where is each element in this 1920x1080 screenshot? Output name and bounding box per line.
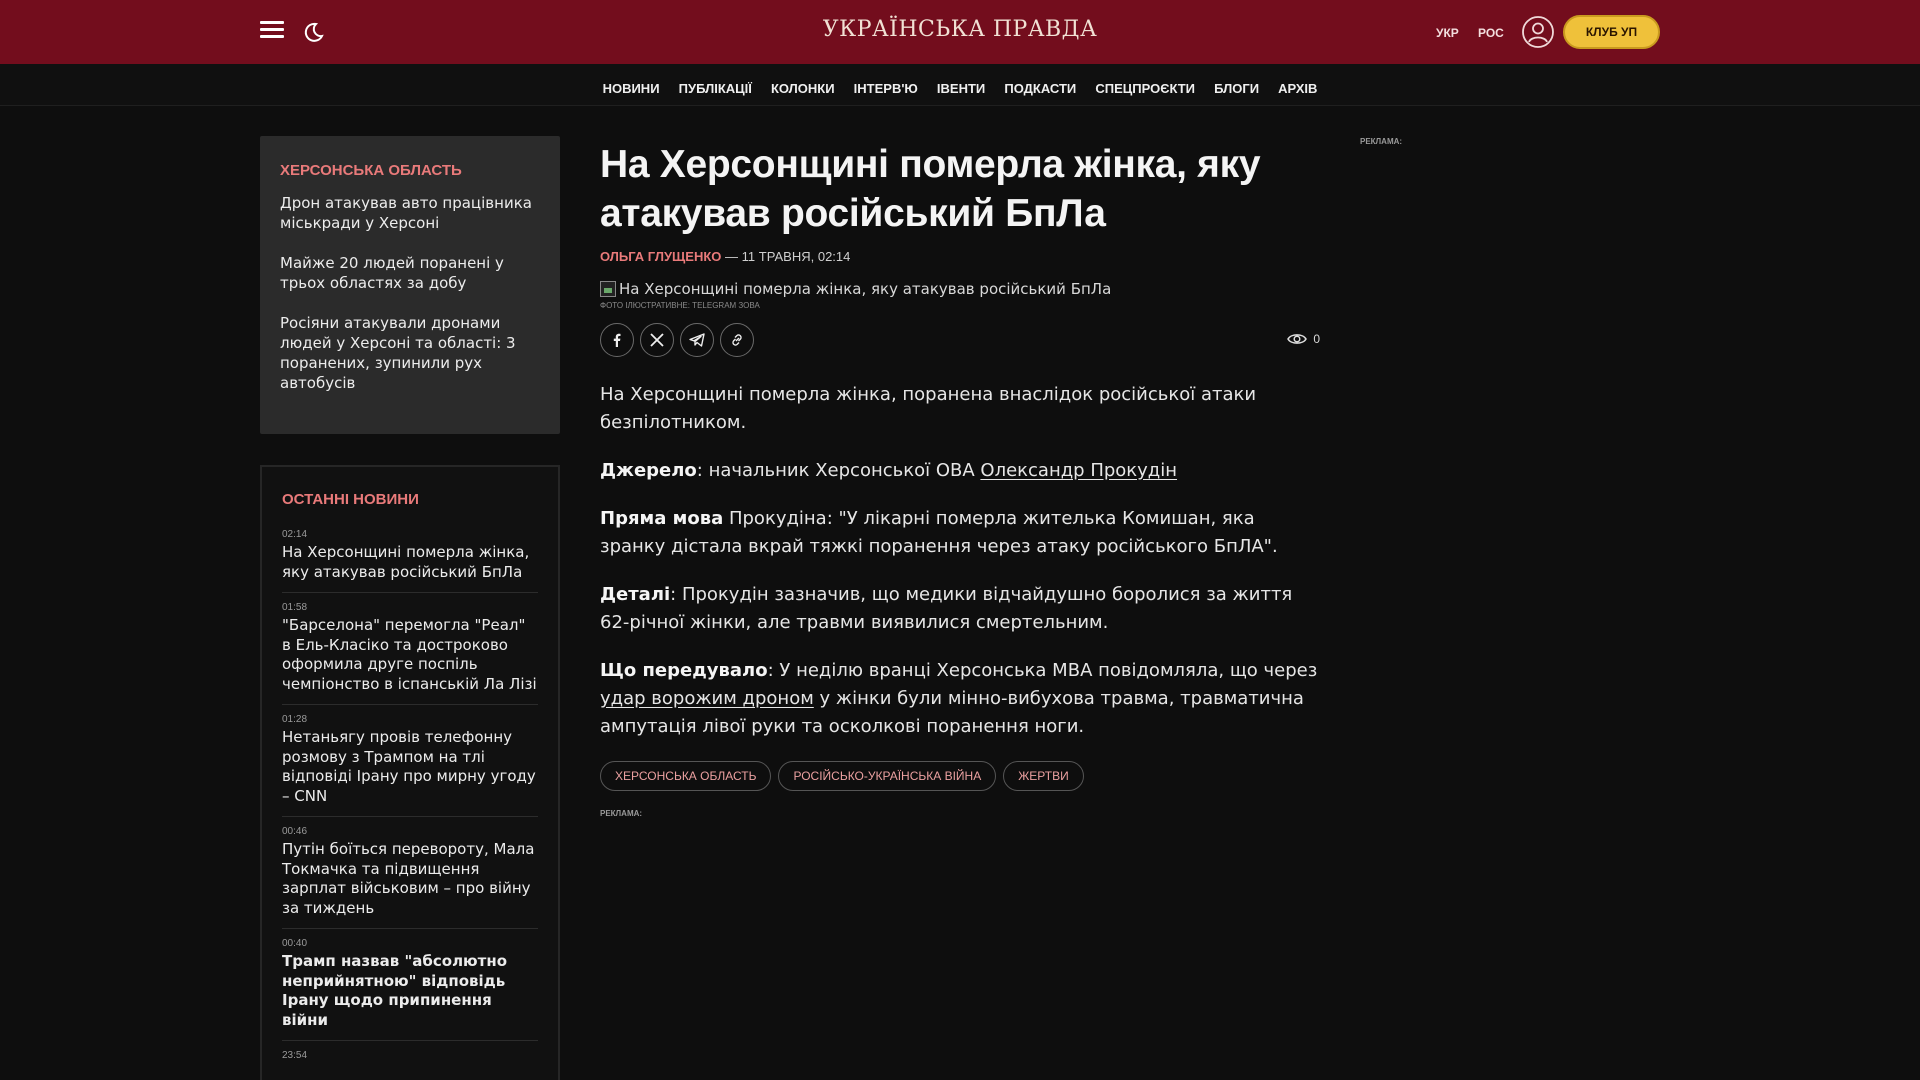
news-time: 00:40 bbox=[282, 938, 308, 949]
news-time: 02:14 bbox=[282, 529, 308, 540]
nav-item-interviews[interactable]: ІНТЕРВ'Ю bbox=[854, 81, 918, 96]
latest-news-item[interactable]: 01:28 Нетаньягу провів телефонну розмову… bbox=[282, 705, 538, 817]
paragraph: Джерело: начальник Херсонської ОВА Олекс… bbox=[600, 460, 1178, 481]
news-time: 23:54 bbox=[282, 1050, 308, 1061]
article-byline: ОЛЬГА ГЛУЩЕНКО — 11 ТРАВНЯ, 02:14 bbox=[600, 249, 1320, 264]
news-time: 01:58 bbox=[282, 602, 308, 613]
latest-news-item[interactable]: 01:58 "Барселона" перемогла "Реал" в Ель… bbox=[282, 593, 538, 705]
tag-list: ХЕРСОНСЬКА ОБЛАСТЬ РОСІЙСЬКО-УКРАЇНСЬКА … bbox=[600, 761, 1320, 791]
latest-news-item[interactable]: 02:14 На Херсонщині померла жінка, яку а… bbox=[282, 520, 538, 593]
broken-image-icon bbox=[600, 281, 616, 297]
latest-news-item[interactable]: 00:40 Трамп назвав "абсолютно неприйнятн… bbox=[282, 929, 538, 1041]
top-bar: УКРАЇНСЬКА ПРАВДА УКР РОС КЛУБ УП bbox=[0, 0, 1920, 64]
nav-item-columns[interactable]: КОЛОНКИ bbox=[771, 81, 835, 96]
ad-label: РЕКЛАМА: bbox=[600, 809, 643, 818]
region-title[interactable]: ХЕРСОНСЬКА ОБЛАСТЬ bbox=[280, 162, 540, 179]
article-date: — 11 ТРАВНЯ, 02:14 bbox=[721, 249, 851, 264]
news-title[interactable]: "Барселона" перемогла "Реал" в Ель-Класі… bbox=[282, 616, 538, 694]
latest-news-title[interactable]: ОСТАННІ НОВИНИ bbox=[282, 491, 538, 508]
region-news-item[interactable]: Росіяни атакували дронами людей у Херсон… bbox=[280, 313, 540, 393]
article-headline: На Херсонщині померла жінка, яку атакува… bbox=[600, 143, 1261, 235]
telegram-share-icon[interactable] bbox=[680, 323, 714, 357]
nav-item-podcasts[interactable]: ПОДКАСТИ bbox=[1004, 81, 1076, 96]
paragraph: Пряма мова Прокудіна: "У лікарні померла… bbox=[600, 508, 1278, 557]
nav-item-special-projects[interactable]: СПЕЦПРОЄКТИ bbox=[1095, 81, 1195, 96]
main-nav: НОВИНИ ПУБЛІКАЦІЇ КОЛОНКИ ІНТЕРВ'Ю ІВЕНТ… bbox=[0, 64, 1920, 106]
author-link[interactable]: ОЛЬГА ГЛУЩЕНКО bbox=[600, 249, 721, 264]
paragraph: Що передувало: У неділю вранці Херсонськ… bbox=[600, 660, 1318, 737]
source-link[interactable]: Олександр Прокудін bbox=[980, 460, 1177, 481]
copy-link-icon[interactable] bbox=[720, 323, 754, 357]
views-counter: 0 bbox=[1287, 332, 1320, 346]
region-news-item[interactable]: Майже 20 людей поранені у трьох областях… bbox=[280, 253, 540, 293]
article: На Херсонщині померла жінка, яку атакува… bbox=[600, 140, 1320, 818]
paragraph: Деталі: Прокудін зазначив, що медики від… bbox=[600, 584, 1293, 633]
paragraph: На Херсонщині померла жінка, поранена вн… bbox=[600, 384, 1257, 433]
sidebar-ad-label: РЕКЛАМА: bbox=[1360, 137, 1403, 146]
lang-ros-link[interactable]: РОС bbox=[1478, 26, 1504, 40]
article-image: На Херсонщині померла жінка, яку атакува… bbox=[600, 280, 1320, 298]
news-title[interactable]: Трамп назвав "абсолютно неприйнятною" ві… bbox=[282, 952, 538, 1030]
tag-kherson-region[interactable]: ХЕРСОНСЬКА ОБЛАСТЬ bbox=[600, 761, 772, 791]
nav-item-blogs[interactable]: БЛОГИ bbox=[1214, 81, 1259, 96]
image-alt-text: На Херсонщині померла жінка, яку атакува… bbox=[619, 280, 1112, 298]
related-link[interactable]: удар ворожим дроном bbox=[600, 688, 814, 709]
x-share-icon[interactable] bbox=[640, 323, 674, 357]
news-title[interactable]: Путін боїться перевороту, Мала Токмачка … bbox=[282, 840, 538, 918]
region-news-item[interactable]: Дрон атакував авто працівника міськради … bbox=[280, 193, 540, 233]
facebook-share-icon[interactable] bbox=[600, 323, 634, 357]
image-caption: ФОТО ІЛЮСТРАТИВНЕ: TELEGRAM ЗОВА bbox=[600, 301, 760, 310]
news-title[interactable]: На Херсонщині померла жінка, яку атакува… bbox=[282, 543, 538, 582]
club-up-button[interactable]: КЛУБ УП bbox=[1563, 15, 1660, 49]
eye-icon bbox=[1287, 334, 1308, 344]
nav-item-publications[interactable]: ПУБЛІКАЦІЇ bbox=[679, 81, 752, 96]
news-time: 01:28 bbox=[282, 714, 308, 725]
lang-ukr-link[interactable]: УКР bbox=[1436, 26, 1459, 40]
latest-news-item[interactable]: 23:54 bbox=[282, 1041, 538, 1074]
views-count: 0 bbox=[1313, 332, 1320, 346]
news-time: 00:46 bbox=[282, 826, 308, 837]
nav-item-news[interactable]: НОВИНИ bbox=[603, 81, 660, 96]
latest-news-box: ОСТАННІ НОВИНИ 02:14 На Херсонщині помер… bbox=[260, 465, 560, 1080]
user-icon[interactable] bbox=[1522, 16, 1554, 48]
news-title[interactable]: Нетаньягу провів телефонну розмову з Тра… bbox=[282, 728, 538, 806]
tag-russian-ukrainian-war[interactable]: РОСІЙСЬКО-УКРАЇНСЬКА ВІЙНА bbox=[778, 761, 997, 791]
tag-victims[interactable]: ЖЕРТВИ bbox=[1003, 761, 1084, 791]
article-body: На Херсонщині померла жінка, поранена вн… bbox=[600, 381, 1320, 741]
nav-item-events[interactable]: ІВЕНТИ bbox=[937, 81, 985, 96]
share-bar: 0 bbox=[600, 323, 1320, 357]
region-news-box: ХЕРСОНСЬКА ОБЛАСТЬ Дрон атакував авто пр… bbox=[260, 136, 560, 434]
latest-news-item[interactable]: 00:46 Путін боїться перевороту, Мала Ток… bbox=[282, 817, 538, 929]
nav-item-archive[interactable]: АРХІВ bbox=[1278, 81, 1317, 96]
